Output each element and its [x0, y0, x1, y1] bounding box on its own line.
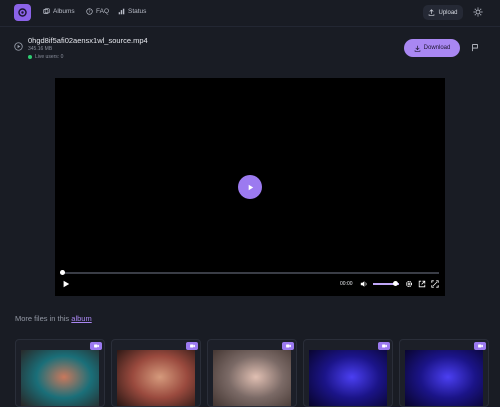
download-icon	[414, 45, 420, 52]
settings-gear-icon[interactable]	[405, 280, 413, 288]
video-badge-icon	[378, 342, 390, 350]
albums-icon	[43, 8, 50, 14]
video-player[interactable]: 00:00	[55, 78, 445, 296]
thumbnail-card[interactable]	[111, 339, 201, 407]
upload-label: Upload	[438, 9, 458, 16]
nav-albums-label: Albums	[53, 8, 75, 15]
thumbnail-card[interactable]	[303, 339, 393, 407]
report-flag-icon[interactable]	[471, 43, 479, 52]
file-size: 345.16 MB	[28, 46, 53, 52]
video-file-icon	[14, 42, 23, 51]
video-badge-icon	[282, 342, 294, 350]
thumbnail-image	[21, 350, 99, 406]
play-button[interactable]	[238, 175, 262, 199]
file-name: 0hgd8if5afi02aensx1wl_source.mp4	[28, 36, 148, 45]
nav-status-label: Status	[128, 8, 147, 15]
svg-text:?: ?	[88, 9, 90, 14]
more-files-heading: More files in this album	[15, 314, 92, 323]
video-badge-icon	[90, 342, 102, 350]
live-users: Live users: 0	[28, 54, 63, 60]
thumbnail-image	[213, 350, 291, 406]
progress-handle[interactable]	[60, 270, 65, 276]
video-badge-icon	[186, 342, 198, 350]
thumbnail-card[interactable]	[399, 339, 489, 407]
download-label: Download	[423, 45, 451, 51]
thumbnail-image	[309, 350, 387, 406]
play-icon	[248, 184, 253, 190]
more-files-prefix: More files in this	[15, 314, 70, 323]
fullscreen-icon[interactable]	[431, 280, 439, 288]
thumbnail-image	[405, 350, 483, 406]
progress-bar[interactable]	[60, 270, 439, 276]
thumbnail-image	[117, 350, 195, 406]
live-dot-icon	[28, 55, 32, 59]
album-link[interactable]: album	[71, 314, 91, 323]
nav-faq[interactable]: ? FAQ	[86, 8, 109, 15]
top-bar: Albums ? FAQ Status Upload	[0, 0, 500, 27]
download-button[interactable]: Download	[404, 39, 460, 57]
live-users-label: Live users: 0	[35, 54, 64, 60]
open-external-icon[interactable]	[418, 280, 426, 288]
nav-status[interactable]: Status	[118, 8, 146, 15]
upload-icon	[429, 9, 435, 16]
logo-icon[interactable]	[14, 4, 31, 21]
video-badge-icon	[474, 342, 486, 350]
volume-icon[interactable]	[360, 280, 368, 288]
current-time: 00:00	[340, 281, 353, 287]
status-icon	[118, 8, 125, 15]
sun-icon[interactable]	[473, 7, 483, 17]
help-icon: ?	[86, 8, 93, 15]
volume-handle[interactable]	[392, 281, 398, 286]
control-play-icon[interactable]	[62, 280, 70, 288]
nav-albums[interactable]: Albums	[43, 8, 75, 15]
upload-button[interactable]: Upload	[423, 5, 463, 20]
thumbnail-card[interactable]	[15, 339, 105, 407]
thumbnail-card[interactable]	[207, 339, 297, 407]
nav-faq-label: FAQ	[96, 8, 110, 15]
